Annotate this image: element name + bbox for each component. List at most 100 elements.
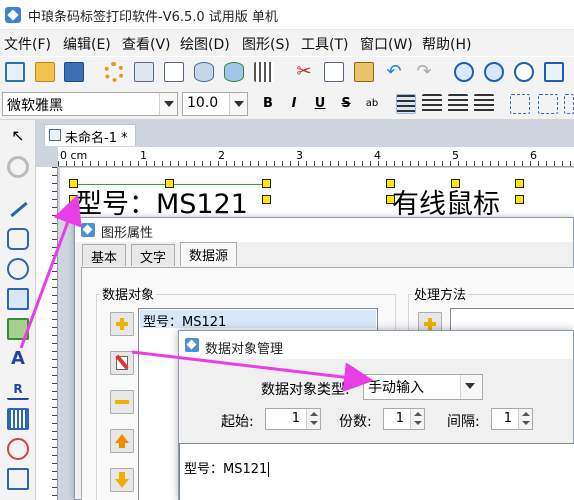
edit-data-button[interactable] — [110, 351, 134, 375]
align-objects-center-icon[interactable] — [538, 94, 558, 114]
label-canvas[interactable]: 型号：MS121 有线鼠标 — [60, 168, 574, 220]
text-caret — [268, 462, 270, 477]
data-object-management-dialog: 数据对象管理 数据对象类型: 手动输入 起始: 1 份数: 1 间隔: 1 型号… — [178, 330, 574, 500]
resize-handle[interactable] — [262, 179, 271, 188]
menu-tools[interactable]: 工具(T) — [301, 34, 348, 54]
shape-tool-icon[interactable] — [7, 438, 29, 460]
text-tool-icon[interactable]: A — [7, 348, 29, 370]
menu-view[interactable]: 查看(V) — [122, 34, 171, 54]
resize-handle[interactable] — [386, 195, 395, 204]
menu-shape[interactable]: 图形(S) — [242, 34, 290, 54]
print-preview-icon[interactable] — [164, 62, 184, 82]
resize-handle[interactable] — [386, 179, 395, 188]
menu-edit[interactable]: 编辑(E) — [63, 34, 111, 54]
pointer-icon[interactable]: ↖ — [7, 126, 29, 148]
align-right-icon[interactable] — [448, 94, 468, 114]
chevron-down-icon[interactable] — [460, 375, 482, 399]
rounded-rect-icon[interactable] — [7, 228, 29, 250]
copies-value: 1 — [395, 411, 404, 426]
database-icon[interactable] — [194, 62, 214, 82]
resize-handle[interactable] — [262, 195, 271, 204]
undo-icon[interactable]: ↶ — [384, 62, 404, 82]
tab-basic[interactable]: 基本 — [82, 244, 127, 266]
spinner-arrows-icon[interactable] — [410, 409, 424, 429]
open-folder-icon[interactable] — [35, 62, 55, 82]
font-family-select[interactable]: 微软雅黑 — [2, 92, 178, 116]
picture-icon[interactable] — [7, 318, 29, 340]
align-justify-icon[interactable] — [474, 94, 494, 114]
interval-spinner[interactable]: 1 — [491, 408, 533, 430]
cut-icon[interactable]: ✂ — [294, 62, 314, 82]
main-toolbar: ✂ ↶ ↷ — [0, 56, 574, 88]
interval-label: 间隔: — [447, 414, 480, 430]
label-text-product[interactable]: 有线鼠标 — [392, 182, 500, 221]
underline-button[interactable]: U — [310, 94, 330, 114]
grid-icon[interactable] — [254, 62, 274, 82]
fullscreen-icon[interactable] — [544, 62, 564, 82]
menu-window[interactable]: 窗口(W) — [360, 34, 413, 54]
resize-handle[interactable] — [515, 195, 524, 204]
zoom-fit-icon[interactable] — [514, 62, 534, 82]
content-text: 型号：MS121 — [184, 462, 268, 477]
align-objects-left-icon[interactable] — [510, 94, 530, 114]
italic-button[interactable]: I — [284, 94, 304, 114]
app-logo-icon — [5, 7, 21, 23]
document-tab[interactable]: 未命名-1 * — [44, 124, 136, 146]
rich-text-icon[interactable]: R — [7, 378, 29, 400]
redo-icon[interactable]: ↷ — [414, 62, 434, 82]
paste-icon[interactable] — [354, 62, 374, 82]
copy-icon[interactable] — [324, 62, 344, 82]
char-spacing-button[interactable]: ab — [362, 94, 382, 114]
image-icon[interactable] — [7, 288, 29, 310]
line-tool-icon[interactable] — [7, 198, 29, 220]
delete-data-button[interactable] — [110, 390, 134, 414]
label-text-model[interactable]: 型号：MS121 — [75, 182, 248, 221]
align-objects-right-icon[interactable] — [564, 94, 574, 114]
resize-handle[interactable] — [451, 179, 460, 188]
bold-button[interactable]: B — [258, 94, 278, 114]
chevron-down-icon[interactable] — [159, 93, 177, 115]
start-value: 1 — [291, 411, 300, 426]
interval-value: 1 — [503, 411, 512, 426]
print-icon[interactable] — [134, 62, 154, 82]
font-size-select[interactable]: 10.0 — [182, 92, 248, 116]
resize-handle[interactable] — [69, 179, 78, 188]
list-item[interactable]: 型号：MS121 — [140, 310, 376, 330]
type-select[interactable]: 手动输入 — [363, 374, 483, 400]
settings-gear-icon[interactable] — [104, 62, 124, 82]
move-down-button[interactable] — [110, 468, 134, 492]
menu-help[interactable]: 帮助(H) — [422, 34, 471, 54]
align-center-icon[interactable] — [422, 94, 442, 114]
resize-handle[interactable] — [165, 179, 174, 188]
move-up-button[interactable] — [110, 429, 134, 453]
resize-handle[interactable] — [69, 195, 78, 204]
start-spinner[interactable]: 1 — [265, 408, 321, 430]
dialog-title: 图形属性 — [101, 226, 154, 241]
chevron-down-icon[interactable] — [229, 93, 247, 115]
menu-file[interactable]: 文件(F) — [4, 34, 51, 54]
rotate-icon[interactable] — [7, 156, 29, 178]
content-textarea[interactable]: 型号：MS121 — [179, 443, 574, 500]
ellipse-icon[interactable] — [7, 258, 29, 280]
dialog-title-bar: 数据对象管理 — [179, 331, 573, 359]
copies-spinner[interactable]: 1 — [383, 408, 425, 430]
new-icon[interactable] — [5, 62, 25, 82]
zoom-in-icon[interactable] — [454, 62, 474, 82]
save-icon[interactable] — [64, 62, 84, 82]
strikethrough-button[interactable]: S — [336, 94, 356, 114]
zoom-out-icon[interactable] — [484, 62, 504, 82]
barcode-icon[interactable] — [7, 408, 29, 430]
tab-datasource[interactable]: 数据源 — [180, 242, 238, 266]
resize-handle[interactable] — [515, 179, 524, 188]
dialog-app-icon — [81, 223, 95, 237]
spinner-arrows-icon[interactable] — [306, 409, 320, 429]
align-left-icon[interactable] — [396, 94, 416, 114]
spinner-arrows-icon[interactable] — [518, 409, 532, 429]
dialog-title: 数据对象管理 — [205, 342, 284, 357]
add-data-button[interactable] — [110, 312, 134, 336]
database-settings-icon[interactable] — [224, 62, 244, 82]
menu-bar: 文件(F) 编辑(E) 查看(V) 绘图(D) 图形(S) 工具(T) 窗口(W… — [0, 30, 574, 56]
table-icon[interactable] — [7, 468, 29, 490]
menu-draw[interactable]: 绘图(D) — [180, 34, 230, 54]
tab-text[interactable]: 文字 — [131, 244, 176, 266]
